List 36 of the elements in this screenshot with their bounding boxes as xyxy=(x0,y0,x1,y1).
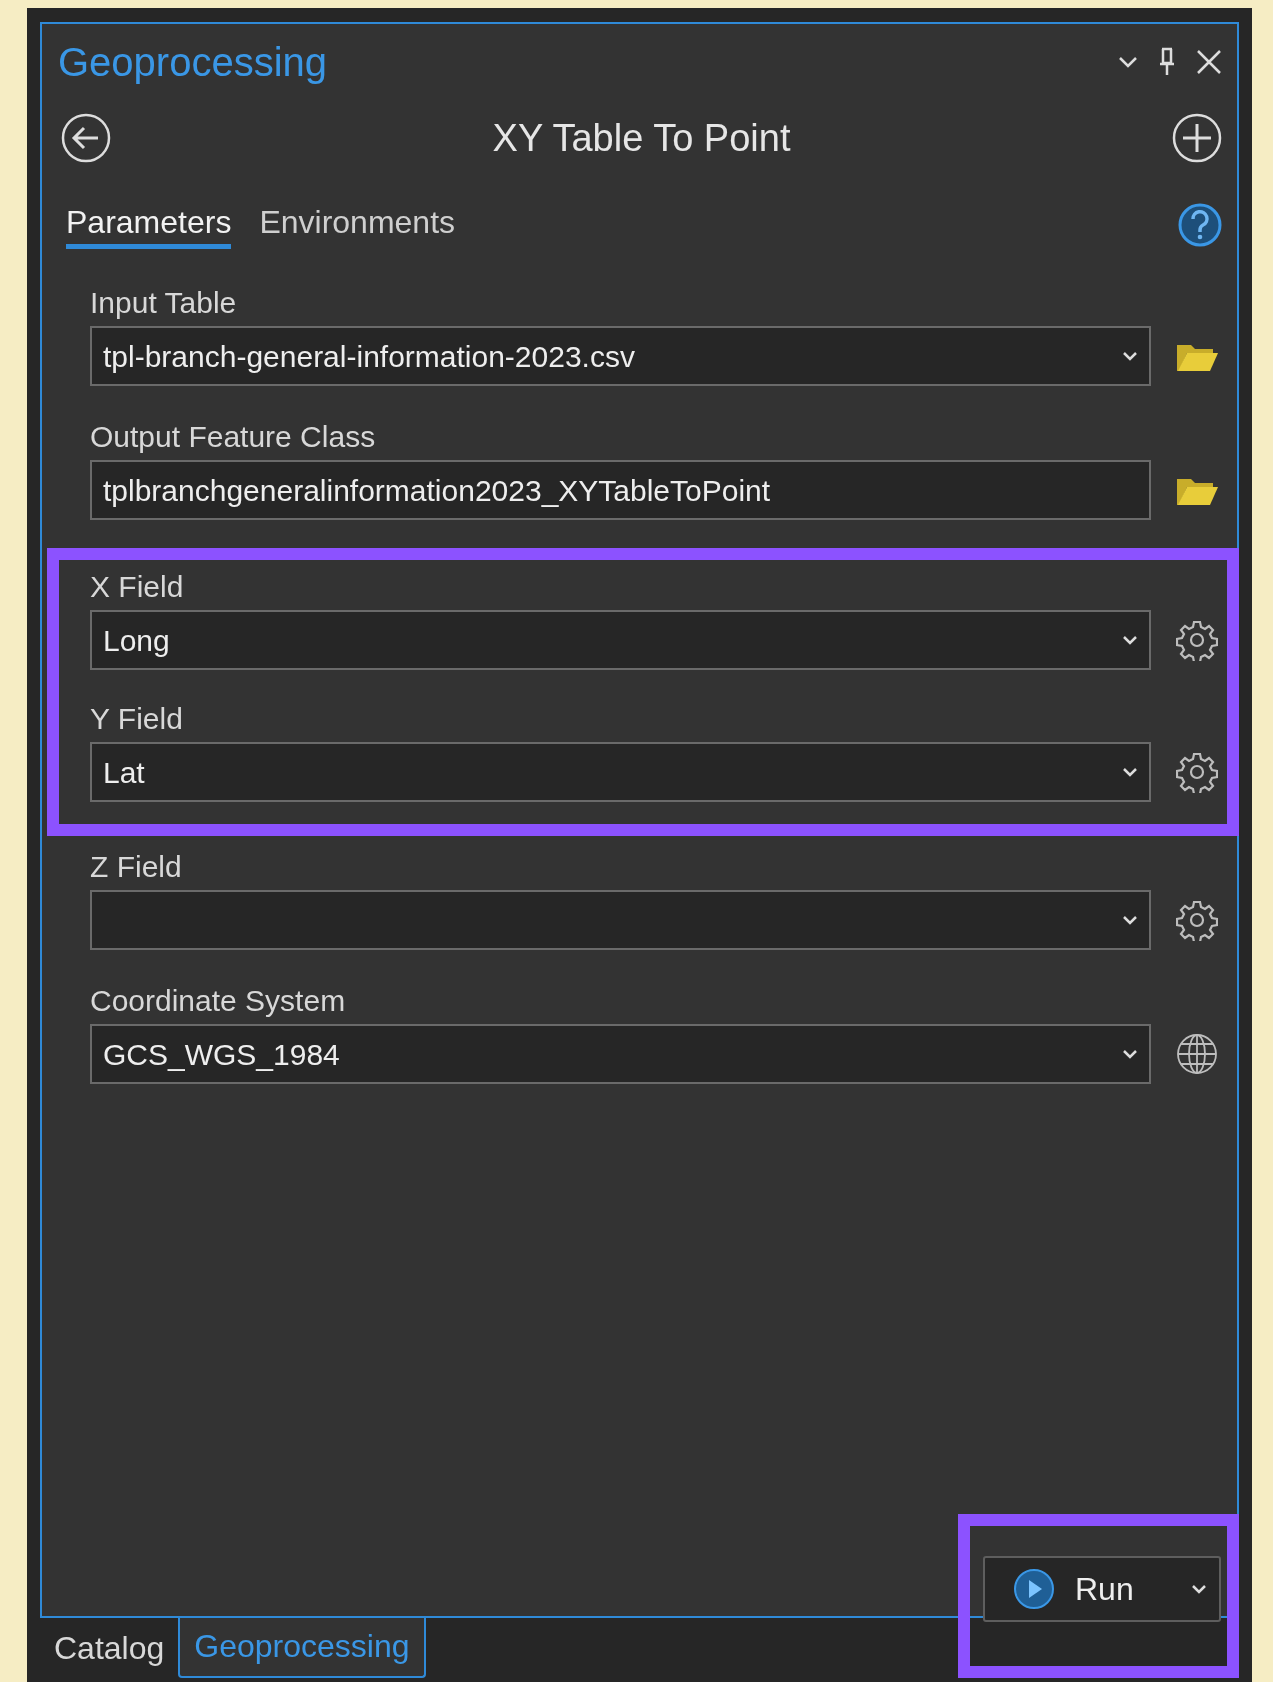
gear-icon[interactable] xyxy=(1176,619,1218,661)
chevron-down-icon xyxy=(1122,1049,1138,1059)
chevron-down-icon xyxy=(1122,915,1138,925)
panel-tab[interactable]: Catalog xyxy=(40,1618,179,1678)
dropdown-field[interactable]: tpl-branch-general-information-2023.csv xyxy=(90,326,1151,386)
globe-icon[interactable] xyxy=(1175,1032,1219,1076)
text-field[interactable]: tplbranchgeneralinformation2023_XYTableToPoint xyxy=(90,460,1151,520)
chevron-down-icon xyxy=(1191,1584,1207,1594)
panel-tab[interactable]: Geoprocessing xyxy=(178,1616,426,1678)
field-label: X Field xyxy=(90,569,185,605)
gear-icon[interactable] xyxy=(1176,899,1218,941)
back-icon[interactable] xyxy=(60,112,112,164)
field-label: Y Field xyxy=(90,701,184,737)
dropdown-field[interactable]: Lat xyxy=(90,742,1151,802)
tab[interactable]: Parameters xyxy=(66,202,232,249)
tool-title: XY Table To Point xyxy=(492,115,791,161)
field-label: Output Feature Class xyxy=(90,419,377,455)
help-icon[interactable] xyxy=(1177,202,1223,248)
play-icon xyxy=(1013,1568,1055,1610)
chevron-down-icon xyxy=(1122,767,1138,777)
chevron-down-icon xyxy=(1122,351,1138,361)
field-label: Z Field xyxy=(90,849,183,885)
pane-title: Geoprocessing xyxy=(58,39,328,86)
dropdown-field[interactable]: Long xyxy=(90,610,1151,670)
field-label: Input Table xyxy=(90,285,238,321)
pin-icon[interactable] xyxy=(1157,47,1177,77)
chevron-down-icon xyxy=(1122,635,1138,645)
chevron-down-icon[interactable] xyxy=(1117,55,1139,69)
field-label: Coordinate System xyxy=(90,983,347,1019)
close-icon[interactable] xyxy=(1195,48,1223,76)
dropdown-field[interactable] xyxy=(90,890,1151,950)
run-button[interactable]: Run xyxy=(983,1556,1221,1622)
dropdown-field[interactable]: GCS_WGS_1984 xyxy=(90,1024,1151,1084)
gear-icon[interactable] xyxy=(1176,751,1218,793)
tab[interactable]: Environments xyxy=(259,202,456,249)
add-icon[interactable] xyxy=(1171,112,1223,164)
